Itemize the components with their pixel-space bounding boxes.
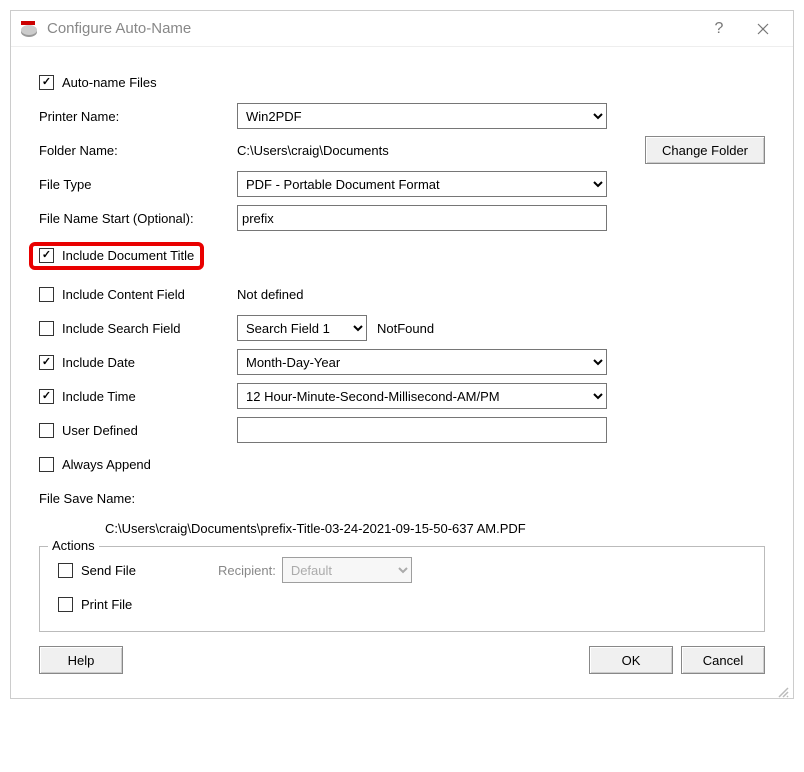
include-date-label: Include Date bbox=[62, 355, 135, 370]
app-icon bbox=[19, 19, 39, 39]
include-content-field-checkbox[interactable] bbox=[39, 287, 54, 302]
include-search-field-label: Include Search Field bbox=[62, 321, 181, 336]
folder-name-value: C:\Users\craig\Documents bbox=[237, 143, 607, 158]
change-folder-button[interactable]: Change Folder bbox=[645, 136, 765, 164]
file-type-label: File Type bbox=[39, 177, 92, 192]
folder-name-label: Folder Name: bbox=[39, 143, 118, 158]
include-doc-title-highlight: Include Document Title bbox=[29, 242, 204, 270]
actions-legend: Actions bbox=[48, 538, 99, 553]
printer-name-select[interactable]: Win2PDF bbox=[237, 103, 607, 129]
include-time-label: Include Time bbox=[62, 389, 136, 404]
recipient-select: Default bbox=[282, 557, 412, 583]
search-field-select[interactable]: Search Field 1 bbox=[237, 315, 367, 341]
help-button-titlebar[interactable]: ? bbox=[697, 14, 741, 44]
recipient-label: Recipient: bbox=[218, 563, 276, 578]
help-button[interactable]: Help bbox=[39, 646, 123, 674]
include-time-checkbox[interactable] bbox=[39, 389, 54, 404]
titlebar: Configure Auto-Name ? bbox=[11, 11, 793, 47]
window-title: Configure Auto-Name bbox=[47, 20, 697, 37]
search-field-status: NotFound bbox=[377, 321, 434, 336]
include-time-select[interactable]: 12 Hour-Minute-Second-Millisecond-AM/PM bbox=[237, 383, 607, 409]
print-file-checkbox[interactable] bbox=[58, 597, 73, 612]
resize-grip-icon[interactable] bbox=[11, 684, 793, 698]
send-file-label: Send File bbox=[81, 563, 136, 578]
user-defined-input[interactable] bbox=[237, 417, 607, 443]
dialog-window: Configure Auto-Name ? Auto-name Files Pr… bbox=[10, 10, 794, 699]
print-file-label: Print File bbox=[81, 597, 132, 612]
include-doc-title-checkbox[interactable] bbox=[39, 248, 54, 263]
include-search-field-checkbox[interactable] bbox=[39, 321, 54, 336]
include-date-checkbox[interactable] bbox=[39, 355, 54, 370]
send-file-checkbox[interactable] bbox=[58, 563, 73, 578]
always-append-label: Always Append bbox=[62, 457, 151, 472]
file-save-name-preview: C:\Users\craig\Documents\prefix-Title-03… bbox=[105, 521, 765, 536]
close-button[interactable] bbox=[741, 14, 785, 44]
always-append-checkbox[interactable] bbox=[39, 457, 54, 472]
include-date-select[interactable]: Month-Day-Year bbox=[237, 349, 607, 375]
cancel-button[interactable]: Cancel bbox=[681, 646, 765, 674]
user-defined-checkbox[interactable] bbox=[39, 423, 54, 438]
printer-name-label: Printer Name: bbox=[39, 109, 119, 124]
user-defined-label: User Defined bbox=[62, 423, 138, 438]
file-name-start-input[interactable] bbox=[237, 205, 607, 231]
content-field-status: Not defined bbox=[237, 287, 304, 302]
ok-button[interactable]: OK bbox=[589, 646, 673, 674]
dialog-content: Auto-name Files Printer Name: Win2PDF Fo… bbox=[11, 47, 793, 684]
auto-name-files-label: Auto-name Files bbox=[62, 75, 157, 90]
include-content-field-label: Include Content Field bbox=[62, 287, 185, 302]
file-type-select[interactable]: PDF - Portable Document Format bbox=[237, 171, 607, 197]
actions-fieldset: Actions Send File Recipient: Default Pri… bbox=[39, 546, 765, 632]
file-name-start-label: File Name Start (Optional): bbox=[39, 211, 194, 226]
auto-name-files-checkbox[interactable] bbox=[39, 75, 54, 90]
include-doc-title-label: Include Document Title bbox=[62, 248, 194, 263]
file-save-name-label: File Save Name: bbox=[39, 491, 135, 506]
